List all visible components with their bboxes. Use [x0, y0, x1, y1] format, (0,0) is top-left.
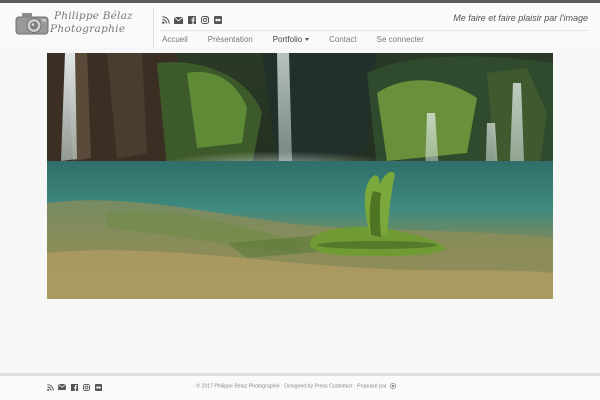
- rss-icon[interactable]: [161, 16, 170, 25]
- site-footer: · © 2017 Philippe Bélaz Photographie · D…: [0, 376, 600, 400]
- site-logo[interactable]: Philippe Bélaz Photographie: [14, 10, 133, 44]
- nav-item-presentation[interactable]: Présentation: [198, 33, 263, 47]
- envelope-icon[interactable]: [58, 383, 66, 391]
- instagram-icon[interactable]: [200, 16, 209, 25]
- instagram-icon[interactable]: [82, 383, 90, 391]
- footer-credits-text: · © 2017 Philippe Bélaz Photographie · D…: [193, 383, 387, 390]
- logo-text-subtitle: Photographie: [50, 23, 126, 35]
- main-navigation: Accueil Présentation Portfolio Contact S…: [152, 33, 434, 47]
- camera-logo-icon: [15, 13, 49, 35]
- footer-social-links: [46, 383, 102, 391]
- nav-divider: [160, 30, 588, 31]
- wordpress-icon[interactable]: [390, 383, 397, 389]
- hero-waterfall-image: [47, 53, 553, 299]
- envelope-icon[interactable]: [174, 16, 183, 25]
- facebook-icon[interactable]: [187, 16, 196, 25]
- nav-item-portfolio[interactable]: Portfolio: [263, 33, 319, 47]
- nav-item-contact[interactable]: Contact: [319, 33, 367, 47]
- site-header: Philippe Bélaz Photographie Me faire et …: [0, 3, 600, 48]
- nav-item-login[interactable]: Se connecter: [367, 33, 434, 47]
- caret-down-icon: [305, 38, 310, 42]
- flickr-icon[interactable]: [213, 16, 222, 25]
- flickr-icon[interactable]: [94, 383, 102, 391]
- logo-text-name: Philippe Bélaz: [54, 10, 133, 22]
- header-social-links: [161, 14, 222, 26]
- nav-item-portfolio-label: Portfolio: [272, 35, 303, 44]
- rss-icon[interactable]: [46, 383, 54, 391]
- nav-item-accueil[interactable]: Accueil: [152, 33, 198, 47]
- site-tagline: Me faire et faire plaisir par l'image: [453, 13, 588, 23]
- footer-credits: · © 2017 Philippe Bélaz Photographie · D…: [193, 383, 397, 390]
- facebook-icon[interactable]: [70, 383, 78, 391]
